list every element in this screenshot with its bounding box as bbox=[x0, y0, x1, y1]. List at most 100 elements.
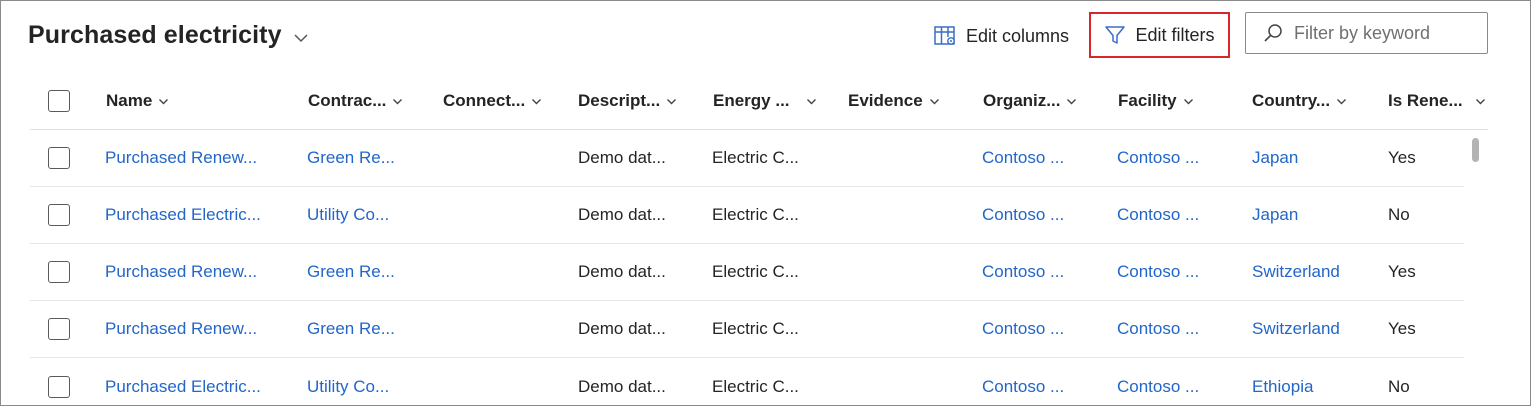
column-header-label: Facility bbox=[1118, 91, 1177, 110]
chevron-down-icon bbox=[1337, 98, 1347, 104]
search-input[interactable] bbox=[1294, 22, 1484, 44]
cell-description: Demo dat... bbox=[578, 262, 666, 281]
cell-country[interactable]: Switzerland bbox=[1252, 301, 1340, 357]
view-selector[interactable]: Purchased electricity bbox=[28, 21, 310, 50]
cell-facility[interactable]: Contoso ... bbox=[1117, 187, 1199, 243]
row-checkbox[interactable] bbox=[48, 261, 70, 283]
row-select-cell bbox=[48, 358, 70, 405]
purchased-electricity-view: Purchased electricity Edit columns Edit … bbox=[0, 0, 1531, 406]
cell-is-renewable: Yes bbox=[1388, 148, 1416, 167]
row-select-cell bbox=[48, 301, 70, 357]
select-all-checkbox[interactable] bbox=[48, 90, 70, 112]
cell-country[interactable]: Japan bbox=[1252, 130, 1298, 186]
cell-is-renewable: No bbox=[1388, 376, 1410, 396]
column-header-description[interactable]: Descript... bbox=[578, 73, 677, 129]
cell-contract[interactable]: Green Re... bbox=[307, 130, 395, 186]
vertical-scrollbar-thumb[interactable] bbox=[1472, 138, 1479, 162]
cell-country[interactable]: Japan bbox=[1252, 187, 1298, 243]
cell-description: Demo dat... bbox=[578, 319, 666, 338]
column-header-country[interactable]: Country... bbox=[1252, 73, 1347, 129]
cell-organization[interactable]: Contoso ... bbox=[982, 187, 1064, 243]
column-header-label: Connect... bbox=[443, 91, 526, 110]
cell-organization[interactable]: Contoso ... bbox=[982, 301, 1064, 357]
chevron-down-icon bbox=[929, 98, 939, 104]
cell-is-renewable: Yes bbox=[1388, 319, 1416, 338]
chevron-down-icon bbox=[532, 98, 542, 104]
cell-name[interactable]: Purchased Electric... bbox=[105, 187, 261, 243]
edit-columns-label: Edit columns bbox=[966, 25, 1070, 46]
column-header-facility[interactable]: Facility bbox=[1118, 73, 1194, 129]
cell-organization[interactable]: Contoso ... bbox=[982, 130, 1064, 186]
chevron-down-icon bbox=[294, 33, 308, 42]
table-row[interactable]: Purchased Renew... Green Re... Demo dat.… bbox=[30, 244, 1464, 301]
chevron-down-icon bbox=[393, 98, 403, 104]
column-header-evidence[interactable]: Evidence bbox=[848, 73, 940, 129]
cell-name[interactable]: Purchased Renew... bbox=[105, 130, 257, 186]
chevron-down-icon bbox=[1183, 98, 1193, 104]
data-grid: Name Contrac... Connect... Descript... E… bbox=[30, 73, 1488, 405]
column-header-label: Country... bbox=[1252, 91, 1331, 110]
column-header-energy[interactable]: Energy ... bbox=[713, 73, 817, 129]
cell-energy: Electric C... bbox=[712, 262, 799, 281]
search-icon bbox=[1264, 24, 1282, 42]
select-all-cell bbox=[48, 73, 70, 129]
edit-filters-label: Edit filters bbox=[1135, 24, 1215, 45]
cell-contract[interactable]: Utility Co... bbox=[307, 358, 389, 405]
row-checkbox[interactable] bbox=[48, 318, 70, 340]
chevron-down-icon bbox=[806, 98, 816, 104]
edit-columns-button[interactable]: Edit columns bbox=[933, 21, 1069, 51]
page-title: Purchased electricity bbox=[28, 21, 282, 49]
column-header-label: Contrac... bbox=[308, 91, 387, 110]
edit-filters-button[interactable]: Edit filters bbox=[1089, 12, 1230, 58]
chevron-down-icon bbox=[159, 98, 169, 104]
cell-energy: Electric C... bbox=[712, 205, 799, 224]
row-checkbox[interactable] bbox=[48, 147, 70, 169]
table-row[interactable]: Purchased Renew... Green Re... Demo dat.… bbox=[30, 301, 1464, 358]
column-header-label: Evidence bbox=[848, 91, 923, 110]
column-header-organization[interactable]: Organiz... bbox=[983, 73, 1077, 129]
cell-description: Demo dat... bbox=[578, 148, 666, 167]
grid-rows: Purchased Renew... Green Re... Demo dat.… bbox=[30, 130, 1488, 405]
cell-facility[interactable]: Contoso ... bbox=[1117, 130, 1199, 186]
row-select-cell bbox=[48, 187, 70, 243]
column-header-label: Organiz... bbox=[983, 91, 1061, 110]
cell-facility[interactable]: Contoso ... bbox=[1117, 358, 1199, 405]
cell-contract[interactable]: Green Re... bbox=[307, 244, 395, 300]
cell-facility[interactable]: Contoso ... bbox=[1117, 301, 1199, 357]
cell-organization[interactable]: Contoso ... bbox=[982, 358, 1064, 405]
column-header-label: Descript... bbox=[578, 91, 661, 110]
column-header-name[interactable]: Name bbox=[106, 73, 169, 129]
row-checkbox[interactable] bbox=[48, 204, 70, 226]
cell-is-renewable: Yes bbox=[1388, 262, 1416, 281]
cell-energy: Electric C... bbox=[712, 148, 799, 167]
column-header-label: Name bbox=[106, 91, 153, 110]
chevron-down-icon bbox=[1067, 98, 1077, 104]
cell-name[interactable]: Purchased Renew... bbox=[105, 244, 257, 300]
chevron-down-icon bbox=[1475, 98, 1485, 104]
column-header-connection[interactable]: Connect... bbox=[443, 73, 542, 129]
cell-is-renewable: No bbox=[1388, 205, 1410, 224]
cell-description: Demo dat... bbox=[578, 376, 666, 396]
row-select-cell bbox=[48, 130, 70, 186]
cell-description: Demo dat... bbox=[578, 205, 666, 224]
cell-energy: Electric C... bbox=[712, 376, 799, 396]
table-row[interactable]: Purchased Electric... Utility Co... Demo… bbox=[30, 187, 1464, 244]
cell-contract[interactable]: Green Re... bbox=[307, 301, 395, 357]
cell-energy: Electric C... bbox=[712, 319, 799, 338]
cell-facility[interactable]: Contoso ... bbox=[1117, 244, 1199, 300]
cell-name[interactable]: Purchased Electric... bbox=[105, 358, 261, 405]
keyword-filter[interactable] bbox=[1245, 12, 1488, 54]
cell-country[interactable]: Ethiopia bbox=[1252, 358, 1313, 405]
column-header-contract[interactable]: Contrac... bbox=[308, 73, 403, 129]
table-row[interactable]: Purchased Renew... Green Re... Demo dat.… bbox=[30, 130, 1464, 187]
row-select-cell bbox=[48, 244, 70, 300]
cell-organization[interactable]: Contoso ... bbox=[982, 244, 1064, 300]
row-checkbox[interactable] bbox=[48, 375, 70, 398]
column-header-is-renewable[interactable]: Is Rene... bbox=[1388, 73, 1486, 129]
grid-header: Name Contrac... Connect... Descript... E… bbox=[30, 73, 1488, 130]
filter-icon bbox=[1105, 26, 1126, 44]
cell-country[interactable]: Switzerland bbox=[1252, 244, 1340, 300]
cell-name[interactable]: Purchased Renew... bbox=[105, 301, 257, 357]
table-row[interactable]: Purchased Electric... Utility Co... Demo… bbox=[30, 358, 1464, 405]
cell-contract[interactable]: Utility Co... bbox=[307, 187, 389, 243]
